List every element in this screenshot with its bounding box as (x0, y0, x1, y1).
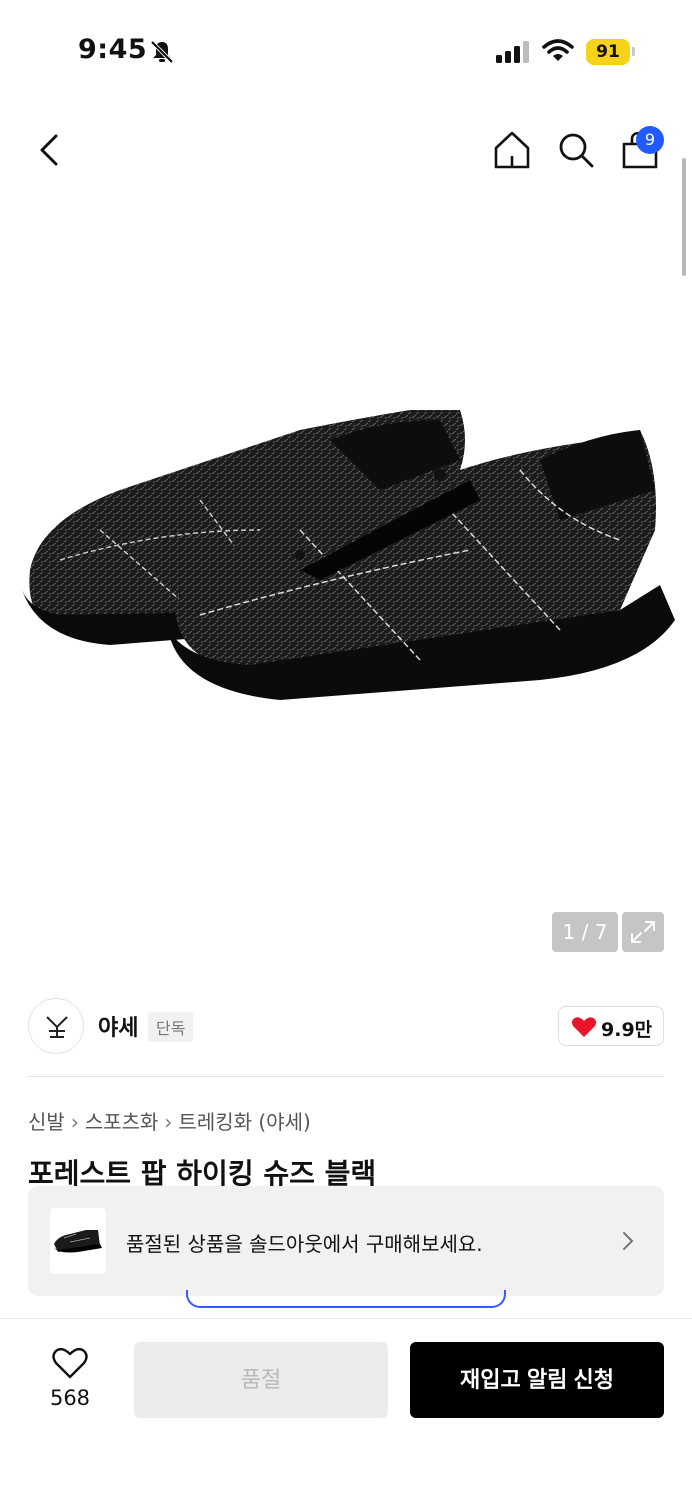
soldout-banner-text: 품절된 상품을 솔드아웃에서 구매해보세요. (126, 1232, 483, 1256)
divider (28, 1076, 664, 1077)
battery-tip (632, 47, 635, 56)
restock-alert-button[interactable]: 재입고 알림 신청 (410, 1342, 664, 1418)
brand-like-button[interactable]: 9.9만 (558, 1006, 664, 1046)
battery-indicator: 91 (586, 39, 630, 65)
breadcrumb-item-trekking-shoes[interactable]: 트레킹화 (야세) (178, 1110, 310, 1134)
status-time: 9:45 (78, 34, 148, 65)
expand-image-button[interactable] (622, 912, 664, 952)
brand-logo-mark (46, 1016, 68, 1038)
bell-slash-icon (150, 40, 174, 64)
breadcrumb: 신발 › 스포츠화 › 트레킹화 (야세) (28, 1106, 311, 1135)
brand-like-count: 9.9만 (601, 1019, 653, 1041)
search-icon[interactable] (554, 128, 598, 172)
wish-count: 568 (49, 1386, 91, 1410)
back-arrow-icon[interactable] (30, 128, 70, 172)
chevron-right-icon (623, 1232, 634, 1250)
brand-logo[interactable] (28, 998, 84, 1054)
heart-icon (571, 1017, 597, 1037)
status-bar: 9:45 91 (0, 0, 692, 100)
product-image[interactable] (0, 380, 692, 780)
wifi-icon (542, 39, 574, 61)
cart-count-badge: 9 (636, 126, 664, 154)
signal-icon (496, 41, 529, 63)
soldout-button: 품절 (134, 1342, 388, 1418)
heart-icon[interactable] (52, 1346, 88, 1380)
chevron-right-icon: › (70, 1110, 79, 1134)
home-icon[interactable] (490, 128, 534, 172)
scroll-indicator (682, 158, 686, 276)
soldout-banner[interactable]: 품절된 상품을 솔드아웃에서 구매해보세요. (28, 1186, 664, 1296)
hidden-button-outline (186, 1290, 506, 1308)
soldout-product-thumbnail (50, 1208, 106, 1274)
brand-name[interactable]: 야세 (98, 1010, 138, 1042)
image-pager: 1 / 7 (552, 912, 618, 952)
breadcrumb-item-sports-shoes[interactable]: 스포츠화 (85, 1110, 159, 1134)
breadcrumb-item-shoes[interactable]: 신발 (28, 1110, 65, 1134)
chevron-right-icon: › (164, 1110, 173, 1134)
expand-icon (631, 921, 655, 943)
exclusive-badge: 단독 (148, 1012, 194, 1042)
